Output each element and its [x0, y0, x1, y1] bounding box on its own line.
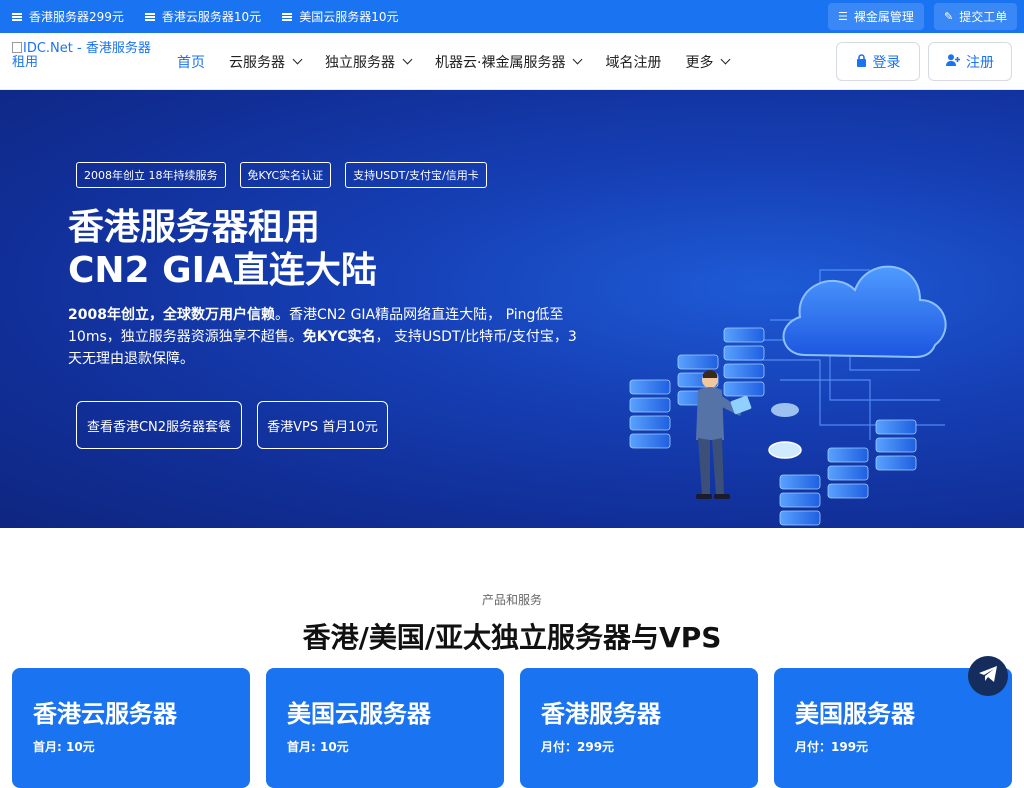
product-card-us-cloud[interactable]: 美国云服务器 首月: 10元: [266, 668, 504, 788]
promo-link-us-cloud[interactable]: 美国云服务器10元: [282, 8, 398, 25]
baremetal-manage-button[interactable]: ☰ 裸金属管理: [828, 3, 924, 30]
nav-item-domain[interactable]: 域名注册: [605, 52, 661, 72]
badge-founded: 2008年创立 18年持续服务: [76, 162, 226, 188]
product-card-price: 首月: 10元: [287, 740, 349, 754]
hero-banner: 2008年创立 18年持续服务 免KYC实名认证 支持USDT/支付宝/信用卡 …: [0, 90, 1024, 528]
products-title: 香港/美国/亚太独立服务器与VPS: [302, 621, 722, 654]
list-icon: ☰: [838, 10, 848, 23]
lock-icon: [856, 53, 867, 70]
product-card-name: 香港云服务器: [33, 700, 177, 728]
product-card-hk-server[interactable]: 香港服务器 月付：299元: [520, 668, 758, 788]
register-button[interactable]: 注册: [928, 42, 1012, 81]
user-plus-icon: [946, 54, 960, 69]
hero-badges: 2008年创立 18年持续服务 免KYC实名认证 支持USDT/支付宝/信用卡: [76, 162, 501, 188]
chevron-down-icon: [292, 54, 303, 65]
telegram-float-button[interactable]: [968, 656, 1008, 696]
product-card-name: 美国云服务器: [287, 700, 431, 728]
server-cloud-illustration: [629, 265, 947, 526]
server-icon: [12, 12, 22, 21]
view-hk-cn2-plans-button[interactable]: 查看香港CN2服务器套餐: [76, 401, 242, 449]
main-navbar: IDC.Net - 香港服务器租用 首页 云服务器 独立服务器 机器云·裸金属服…: [0, 33, 1024, 90]
login-button[interactable]: 登录: [836, 42, 920, 81]
server-icon: [282, 12, 293, 21]
submit-ticket-button[interactable]: ✎ 提交工单: [934, 3, 1018, 30]
top-bar: 香港服务器299元 香港云服务器10元 美国云服务器10元 ☰ 裸金属管理 ✎ …: [0, 0, 1024, 33]
products-subtitle: 产品和服务: [481, 593, 542, 607]
badge-no-kyc: 免KYC实名认证: [239, 162, 332, 188]
nav-item-baremetal[interactable]: 机器云·裸金属服务器: [435, 52, 583, 72]
nav-item-cloud-server[interactable]: 云服务器: [229, 52, 303, 72]
chevron-down-icon: [573, 54, 583, 65]
edit-icon: ✎: [944, 10, 954, 23]
product-card-name: 香港服务器: [541, 700, 661, 728]
promo-link-hk-server[interactable]: 香港服务器299元: [12, 8, 124, 25]
hero-description: 2008年创立，全球数万用户信赖。香港CN2 GIA精品网络直连大陆， Ping…: [68, 307, 577, 367]
hk-vps-offer-button[interactable]: 香港VPS 首月10元: [257, 401, 388, 449]
broken-image-icon: [12, 42, 22, 53]
badge-payment: 支持USDT/支付宝/信用卡: [345, 162, 487, 188]
product-card-price: 月付：299元: [541, 740, 615, 754]
chevron-down-icon: [402, 54, 413, 65]
nav-item-more[interactable]: 更多: [685, 52, 731, 72]
server-icon: [144, 12, 155, 21]
product-card-price: 首月: 10元: [33, 740, 95, 754]
product-card-name: 美国服务器: [795, 700, 915, 728]
site-logo[interactable]: IDC.Net - 香港服务器租用: [12, 42, 162, 70]
promo-link-hk-cloud[interactable]: 香港云服务器10元: [144, 8, 261, 25]
product-card-hk-cloud[interactable]: 香港云服务器 首月: 10元: [12, 668, 250, 788]
hero-title: 香港服务器租用 CN2 GIA直连大陆: [68, 207, 377, 291]
nav-item-dedicated-server[interactable]: 独立服务器: [325, 52, 413, 72]
telegram-icon: [978, 665, 998, 687]
main-menu: 首页 云服务器 独立服务器 机器云·裸金属服务器 域名注册 更多: [177, 33, 753, 90]
nav-item-home[interactable]: 首页: [177, 52, 205, 72]
product-card-price: 月付：199元: [795, 740, 869, 754]
chevron-down-icon: [721, 54, 731, 65]
